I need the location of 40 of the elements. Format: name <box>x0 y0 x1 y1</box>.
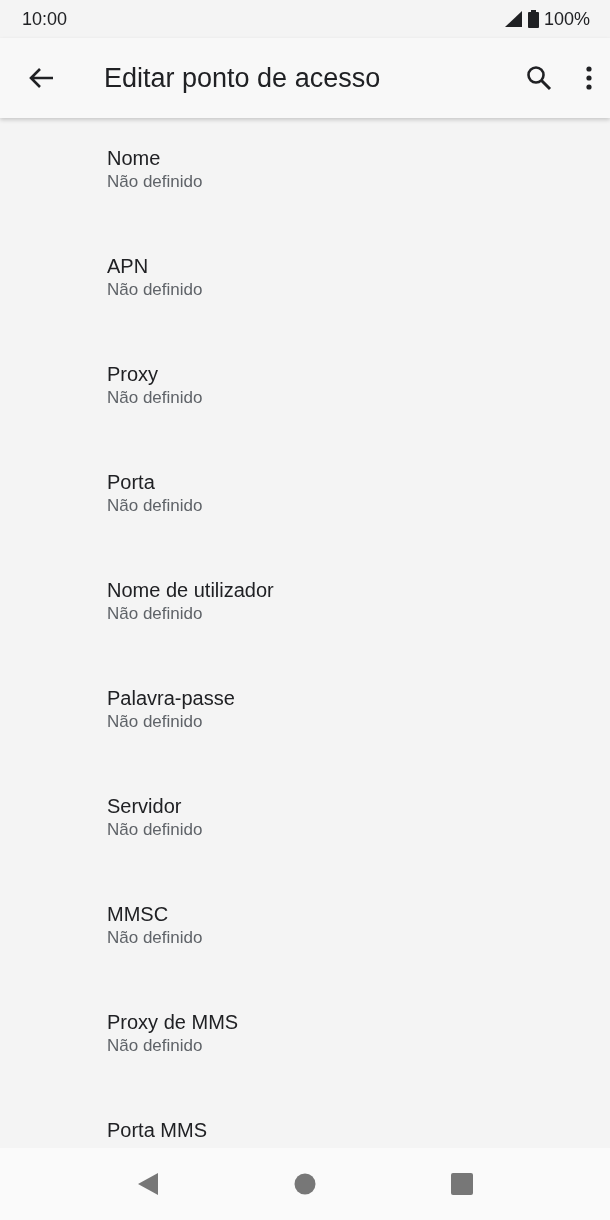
setting-summary: Não definido <box>107 495 204 517</box>
setting-title: Proxy <box>107 362 160 386</box>
more-vertical-icon <box>586 66 592 90</box>
setting-summary: Não definido <box>107 603 204 625</box>
setting-item[interactable]: MMSC Não definido <box>0 874 610 982</box>
setting-summary: Não definido <box>107 279 204 301</box>
setting-summary: Não definido <box>107 711 204 733</box>
battery-percentage: 100% <box>543 8 590 30</box>
setting-summary: Não definido <box>107 1035 204 1057</box>
setting-title: Servidor <box>107 794 183 818</box>
setting-item[interactable]: Proxy Não definido <box>0 334 610 442</box>
setting-item[interactable]: Proxy de MMS Não definido <box>0 982 610 1090</box>
status-time: 10:00 <box>22 8 68 30</box>
signal-icon <box>504 11 523 27</box>
search-icon <box>526 65 552 91</box>
setting-title: Proxy de MMS <box>107 1010 240 1034</box>
back-arrow-icon <box>28 67 54 89</box>
setting-title: MMSC <box>107 902 170 926</box>
setting-item[interactable]: APN Não definido <box>0 226 610 334</box>
setting-title: APN <box>107 254 150 278</box>
setting-summary: Não definido <box>107 171 204 193</box>
setting-item[interactable]: Palavra-passe Não definido <box>0 658 610 766</box>
battery-icon <box>527 10 539 28</box>
recents-square-icon <box>450 1173 473 1195</box>
setting-item[interactable]: Porta Não definido <box>0 442 610 550</box>
setting-title: Porta <box>107 470 156 494</box>
setting-title: Palavra-passe <box>107 686 236 710</box>
setting-item[interactable]: Porta MMS <box>0 1090 610 1148</box>
triangle-back-icon <box>137 1172 160 1196</box>
setting-title: Porta MMS <box>107 1118 209 1142</box>
setting-title: Nome <box>107 146 162 170</box>
setting-item[interactable]: Nome Não definido <box>0 118 610 226</box>
page-title: Editar ponto de acesso <box>104 62 382 94</box>
setting-item[interactable]: Servidor Não definido <box>0 766 610 874</box>
setting-summary: Não definido <box>107 819 204 841</box>
setting-item[interactable]: Nome de utilizador Não definido <box>0 550 610 658</box>
setting-summary: Não definido <box>107 927 204 949</box>
home-circle-icon <box>294 1173 316 1195</box>
setting-title: Nome de utilizador <box>107 578 275 602</box>
setting-summary: Não definido <box>107 387 204 409</box>
